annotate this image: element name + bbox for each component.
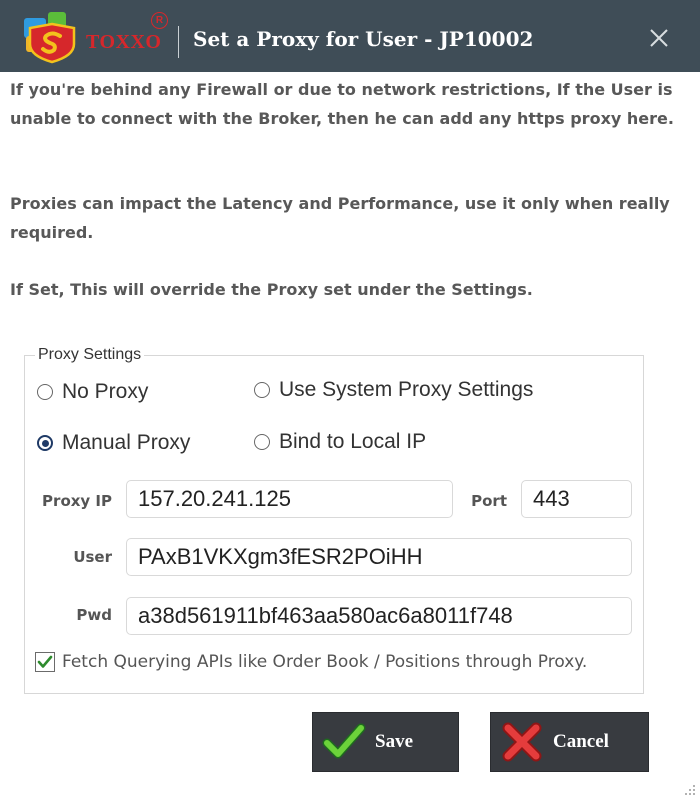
radio-system-proxy[interactable]: Use System Proxy Settings (254, 378, 533, 402)
cancel-button[interactable]: Cancel (490, 712, 649, 772)
radio-circle[interactable] (254, 434, 270, 450)
radio-no-proxy-label: No Proxy (62, 380, 149, 403)
x-mark-icon (502, 722, 542, 762)
radio-manual-proxy-label: Manual Proxy (62, 431, 191, 454)
title-divider (178, 26, 179, 58)
radio-system-proxy-label: Use System Proxy Settings (279, 378, 534, 401)
resize-grip-icon[interactable] (684, 784, 696, 796)
close-icon[interactable] (646, 25, 672, 51)
port-input[interactable]: 443 (521, 480, 632, 518)
toxxo-logo-icon (24, 12, 76, 64)
radio-bind-local-ip[interactable]: Bind to Local IP (254, 430, 426, 454)
fetch-via-proxy-checkbox[interactable] (35, 652, 55, 672)
radio-circle[interactable] (254, 382, 270, 398)
dialog-title: Set a Proxy for User - JP10002 (193, 27, 534, 51)
proxy-ip-input[interactable]: 157.20.241.125 (126, 480, 453, 518)
port-label: Port (471, 492, 507, 510)
pwd-label: Pwd (76, 606, 112, 624)
brand-name: TOXXO (86, 31, 162, 53)
user-label: User (73, 548, 112, 566)
proxy-ip-label: Proxy IP (42, 492, 112, 510)
info-paragraph-3: If Set, This will override the Proxy set… (10, 280, 533, 299)
cancel-button-label: Cancel (553, 731, 609, 752)
radio-bind-local-ip-label: Bind to Local IP (279, 430, 427, 453)
proxy-dialog: TOXXO R Set a Proxy for User - JP10002 I… (0, 0, 700, 801)
registered-mark: R (151, 12, 168, 29)
radio-manual-proxy[interactable]: Manual Proxy (37, 431, 190, 455)
radio-circle-selected[interactable] (37, 435, 53, 451)
pwd-input[interactable]: a38d561911bf463aa580ac6a8011f748 (126, 597, 632, 635)
user-input[interactable]: PAxB1VKXgm3fESR2POiHH (126, 538, 632, 576)
save-button[interactable]: Save (312, 712, 459, 772)
title-bar[interactable]: TOXXO R Set a Proxy for User - JP10002 (0, 0, 700, 72)
fetch-via-proxy-option[interactable]: Fetch Querying APIs like Order Book / Po… (35, 652, 587, 672)
info-paragraph-2: Proxies can impact the Latency and Perfo… (10, 194, 670, 242)
radio-no-proxy[interactable]: No Proxy (37, 380, 148, 404)
save-button-label: Save (375, 731, 413, 752)
checkmark-icon (37, 655, 53, 668)
radio-circle[interactable] (37, 384, 53, 400)
checkmark-icon (322, 723, 366, 759)
proxy-settings-legend: Proxy Settings (38, 346, 142, 363)
fetch-via-proxy-label: Fetch Querying APIs like Order Book / Po… (62, 652, 588, 672)
info-paragraph-1: If you're behind any Firewall or due to … (10, 80, 674, 128)
